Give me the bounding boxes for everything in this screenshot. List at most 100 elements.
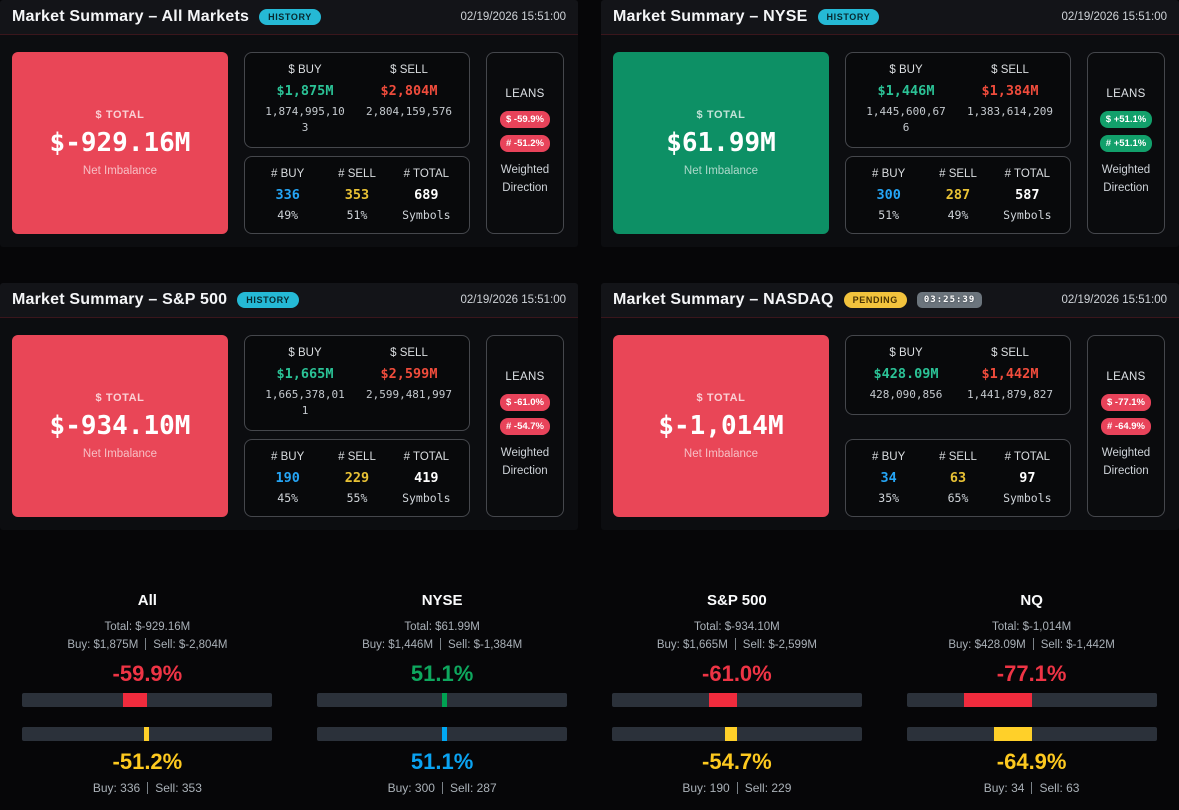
dollar-sell-header: $ SELL: [357, 64, 461, 76]
summary-sell-count: Sell: 287: [450, 781, 497, 795]
dollar-buy-header: $ BUY: [253, 64, 357, 76]
dollar-buy-header: $ BUY: [253, 347, 357, 359]
summary-sell-dollars: Sell: $-2,599M: [743, 639, 817, 651]
count-sell-header: # SELL: [322, 168, 391, 180]
count-sell-pct: 51%: [322, 208, 391, 222]
count-sell-col: # SELL 353 51%: [322, 168, 391, 222]
history-badge[interactable]: HISTORY: [237, 292, 299, 308]
summary-total: Total: $61.99M: [295, 621, 590, 633]
summary-buy-count: Buy: 300: [388, 781, 435, 795]
weighted-direction-caption: Weighted Direction: [1102, 162, 1150, 198]
leans-card: LEANS $ -61.0% # -54.7% Weighted Directi…: [486, 335, 564, 517]
pending-badge[interactable]: PENDING: [844, 292, 907, 308]
net-total-value: $-929.16M: [50, 128, 191, 158]
dollar-lean-badge: $ -59.9%: [500, 111, 550, 128]
dollar-sell-col: $ SELL $2,599M 2,599,481,997: [357, 347, 461, 419]
count-buy-col: # BUY 300 51%: [854, 168, 923, 222]
weighted-direction-caption: Weighted Direction: [501, 445, 549, 481]
count-lean-badge: # -64.9%: [1101, 418, 1151, 435]
count-lean-percent: -54.7%: [590, 749, 885, 775]
count-sell-col: # SELL 229 55%: [322, 451, 391, 505]
summary-count-flow: Buy: 300 Sell: 287: [295, 781, 590, 795]
count-buy-pct: 45%: [253, 491, 322, 505]
count-lean-bar: [612, 727, 862, 741]
net-imbalance-card: $ TOTAL $-934.10M Net Imbalance: [12, 335, 228, 517]
net-imbalance-caption: Net Imbalance: [684, 448, 758, 460]
dollar-lean-percent: -77.1%: [884, 661, 1179, 687]
dollar-buy-value: $1,446M: [854, 83, 958, 99]
dollar-flow-box: $ BUY $428.09M 428,090,856 $ SELL $1,442…: [845, 335, 1071, 415]
stats-column: $ BUY $1,446M 1,445,600,676 $ SELL $1,38…: [845, 52, 1071, 234]
summary-total: Total: $-929.16M: [0, 621, 295, 633]
summary-sell-dollars: Sell: $-1,442M: [1041, 639, 1115, 651]
count-total-col: # TOTAL 97 Symbols: [993, 451, 1062, 505]
summary-sell-dollars: Sell: $-1,384M: [448, 639, 522, 651]
count-total-value: 689: [392, 187, 461, 203]
dollar-buy-raw: 1,665,378,011: [265, 387, 344, 419]
summary-buy-dollars: Buy: $428.09M: [948, 639, 1025, 651]
panel-nyse: Market Summary – NYSE HISTORY 02/19/2026…: [601, 0, 1179, 247]
count-total-value: 419: [392, 470, 461, 486]
dollar-lean-badge: $ -61.0%: [500, 394, 550, 411]
panel-sp500: Market Summary – S&P 500 HISTORY 02/19/2…: [0, 283, 578, 530]
dollar-flow-box: $ BUY $1,665M 1,665,378,011 $ SELL $2,59…: [244, 335, 470, 431]
summary-count-flow: Buy: 190Sell: 229: [590, 781, 885, 795]
count-lean-band: [144, 727, 149, 741]
count-buy-header: # BUY: [253, 451, 322, 463]
count-lean-percent: -64.9%: [884, 749, 1179, 775]
summary-title: NYSE: [295, 592, 590, 609]
history-badge[interactable]: HISTORY: [259, 9, 321, 25]
history-badge[interactable]: HISTORY: [818, 9, 880, 25]
count-lean-badge: # +51.1%: [1100, 135, 1152, 152]
dollar-sell-raw: 2,804,159,576: [357, 104, 461, 120]
dollar-lean-badge: $ -77.1%: [1101, 394, 1151, 411]
dollar-buy-raw: 1,445,600,676: [866, 104, 945, 136]
leans-header: LEANS: [505, 88, 544, 100]
summary-column-sp500: S&P 500 Total: $-934.10M Buy: $1,665MSel…: [590, 592, 885, 795]
count-buy-pct: 51%: [854, 208, 923, 222]
count-sell-header: # SELL: [923, 168, 992, 180]
summary-dollar-flow: Buy: $1,875MSell: $-2,804M: [0, 638, 295, 651]
dollar-sell-value: $2,599M: [357, 366, 461, 382]
count-total-value: 587: [993, 187, 1062, 203]
count-box: # BUY 300 51% # SELL 287 49% # TOTAL 587…: [845, 156, 1071, 234]
panel-title: Market Summary – S&P 500: [12, 291, 227, 309]
count-lean-percent: -51.2%: [0, 749, 295, 775]
divider: [1033, 638, 1034, 650]
count-sell-col: # SELL 63 65%: [923, 451, 992, 505]
stats-column: $ BUY $1,665M 1,665,378,011 $ SELL $2,59…: [244, 335, 470, 517]
summary-title: S&P 500: [590, 592, 885, 609]
dollar-buy-col: $ BUY $428.09M 428,090,856: [854, 347, 958, 403]
count-lean-badge: # -54.7%: [500, 418, 550, 435]
count-buy-col: # BUY 190 45%: [253, 451, 322, 505]
count-buy-header: # BUY: [854, 168, 923, 180]
dollar-buy-header: $ BUY: [854, 347, 958, 359]
dollar-lean-percent: -59.9%: [0, 661, 295, 687]
leans-card: LEANS $ -59.9% # -51.2% Weighted Directi…: [486, 52, 564, 234]
timestamp: 02/19/2026 15:51:00: [1061, 294, 1167, 306]
summary-buy-count: Buy: 34: [984, 781, 1025, 795]
leans-card: LEANS $ -77.1% # -64.9% Weighted Directi…: [1087, 335, 1165, 517]
net-imbalance-card: $ TOTAL $-1,014M Net Imbalance: [613, 335, 829, 517]
count-lean-bar: [22, 727, 272, 741]
dollar-sell-raw: 1,441,879,827: [958, 387, 1062, 403]
dollar-lean-band: [123, 693, 148, 707]
dollar-sell-header: $ SELL: [958, 64, 1062, 76]
dollar-sell-header: $ SELL: [958, 347, 1062, 359]
dollar-buy-col: $ BUY $1,446M 1,445,600,676: [854, 64, 958, 136]
summary-buy-dollars: Buy: $1,446M: [362, 639, 433, 651]
weighted-direction-caption: Weighted Direction: [501, 162, 549, 198]
count-box: # BUY 336 49% # SELL 353 51% # TOTAL 689…: [244, 156, 470, 234]
summary-title: NQ: [884, 592, 1179, 609]
net-imbalance-card: $ TOTAL $61.99M Net Imbalance: [613, 52, 829, 234]
count-buy-value: 300: [854, 187, 923, 203]
count-lean-band: [725, 727, 737, 741]
count-total-caption: Symbols: [993, 491, 1062, 505]
count-buy-col: # BUY 34 35%: [854, 451, 923, 505]
dollar-lean-band: [442, 693, 447, 707]
divider: [147, 782, 148, 794]
dollar-sell-value: $1,384M: [958, 83, 1062, 99]
summary-buy-dollars: Buy: $1,665M: [657, 639, 728, 651]
panel-title: Market Summary – NASDAQ: [613, 291, 834, 309]
dollar-buy-raw: 1,874,995,103: [265, 104, 344, 136]
